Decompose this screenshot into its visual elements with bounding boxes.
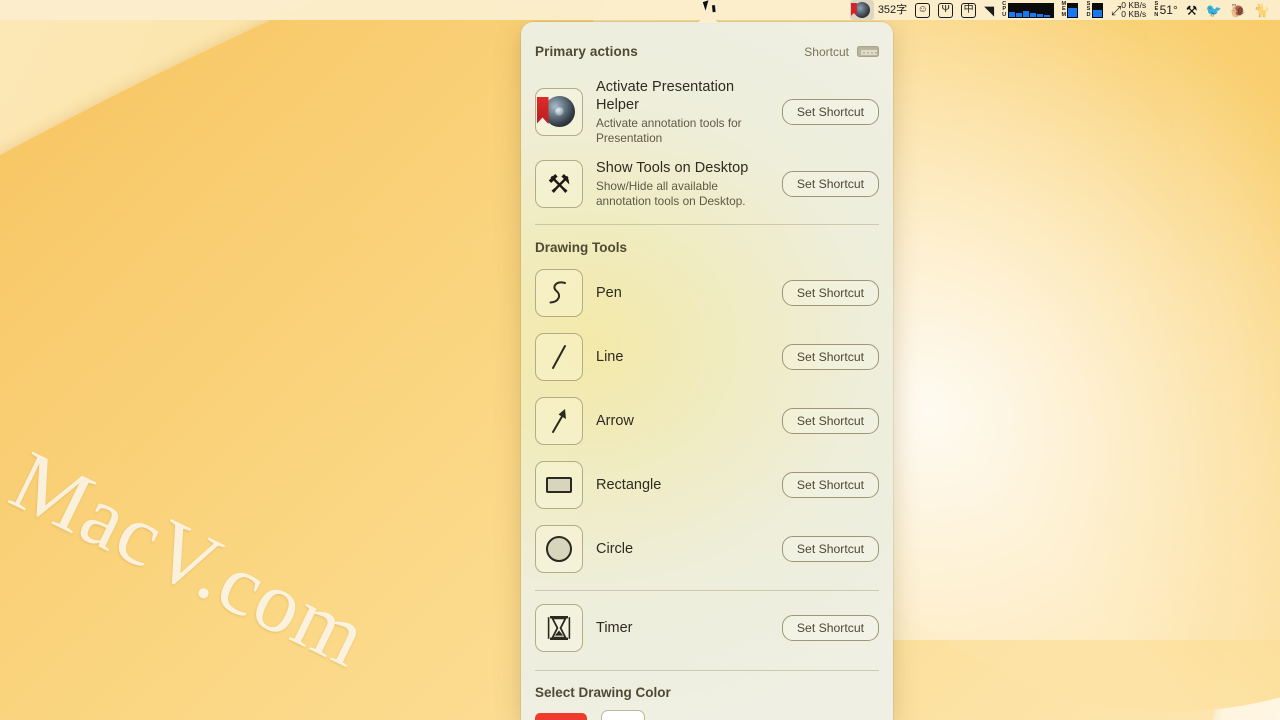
primary-actions-header: Primary actions Shortcut [535, 22, 879, 71]
pointer-tool-icon: ◥ [984, 2, 995, 18]
set-shortcut-button-arrow[interactable]: Set Shortcut [781, 408, 879, 434]
row-tool-rectangle[interactable]: Rectangle Set Shortcut [535, 453, 879, 517]
row-text: Show Tools on Desktop Show/Hide all avai… [596, 159, 769, 208]
menubar-item-app-2[interactable]: 🐦 [1201, 0, 1225, 20]
primary-actions-title: Primary actions [535, 44, 638, 59]
set-shortcut-button-rectangle[interactable]: Set Shortcut [781, 472, 879, 498]
row-activate-presentation-helper[interactable]: Activate Presentation Helper Activate an… [535, 71, 879, 152]
row-subtitle: Activate annotation tools for Presentati… [596, 116, 742, 145]
cpu-graph-icon [1007, 2, 1054, 18]
row-show-tools-on-desktop[interactable]: ⚒ Show Tools on Desktop Show/Hide all av… [535, 152, 879, 215]
presentation-helper-icon-box [535, 87, 583, 136]
menubar-item-app-1[interactable]: ⚒ [1182, 0, 1202, 20]
crossed-hammers-icon: ⚒ [547, 168, 571, 199]
row-tool-pen[interactable]: Pen Set Shortcut [535, 261, 879, 325]
hourglass-icon [547, 616, 571, 640]
keyboard-icon [857, 46, 879, 57]
menu-bar: 352字 ☺ Ψ 中 ◥ CPU MEM SSD ⤢ 0 KB/s 0 KB/s… [0, 0, 1280, 20]
hourglass-icon-box [535, 604, 583, 652]
ssd-bar-icon [1091, 2, 1103, 18]
menubar-item-ssd[interactable]: SSD [1082, 0, 1106, 20]
color-swatch-row [535, 710, 879, 720]
ssd-label: SSD [1086, 0, 1091, 18]
presentation-helper-menu-icon [853, 2, 870, 18]
row-tool-timer[interactable]: Timer Set Shortcut [535, 596, 879, 660]
divider-tools [535, 590, 879, 591]
mem-label: MEM [1061, 0, 1067, 18]
input-source-chinese-icon: 中 [961, 2, 977, 18]
select-drawing-color-title: Select Drawing Color [535, 685, 671, 700]
pen-icon-box [535, 269, 583, 317]
row-title: Activate Presentation Helper [596, 79, 735, 113]
network-speed: 0 KB/s 0 KB/s [1121, 1, 1146, 19]
sensor-label: SEN [1154, 0, 1159, 18]
presentation-helper-popover: Primary actions Shortcut Activate Presen… [521, 22, 893, 720]
set-shortcut-button-circle[interactable]: Set Shortcut [781, 536, 879, 562]
row-text: Activate Presentation Helper Activate an… [596, 78, 769, 145]
tool-label: Rectangle [596, 477, 662, 493]
menubar-item-presentation-helper[interactable] [849, 0, 874, 20]
set-shortcut-button-pen[interactable]: Set Shortcut [781, 280, 879, 306]
row-title: Show Tools on Desktop [596, 160, 749, 176]
emoji-icon: ☺ [915, 2, 931, 18]
set-shortcut-button-timer[interactable]: Set Shortcut [781, 615, 879, 641]
tool-label: Timer [596, 620, 633, 636]
menubar-item-input-count[interactable]: 352字 [874, 0, 911, 20]
snail-icon: 🐌 [1229, 2, 1246, 18]
menubar-item-microphone[interactable]: Ψ [934, 0, 957, 20]
cat-icon: 🐈 [1253, 2, 1270, 18]
pen-icon [549, 281, 566, 304]
row-tool-line[interactable]: Line Set Shortcut [535, 325, 879, 389]
tool-label: Circle [596, 541, 634, 557]
menubar-item-sensor[interactable]: SEN 51° [1150, 0, 1182, 20]
set-shortcut-button-show-tools-on-desktop[interactable]: Set Shortcut [781, 170, 879, 197]
menubar-item-emoji[interactable]: ☺ [911, 0, 934, 20]
menubar-item-memory[interactable]: MEM [1058, 0, 1083, 20]
tool-label: Pen [596, 285, 622, 301]
presentation-helper-icon [543, 96, 575, 127]
row-subtitle: Show/Hide all available annotation tools… [596, 179, 746, 208]
tool-label: Line [596, 349, 624, 365]
menubar-item-cpu[interactable]: CPU [998, 0, 1057, 20]
set-shortcut-button-activate-presentation-helper[interactable]: Set Shortcut [781, 98, 879, 125]
tool-label: Arrow [596, 413, 634, 429]
drawing-tools-title: Drawing Tools [535, 240, 628, 255]
arrow-icon [552, 409, 566, 433]
menubar-item-pointer-tool[interactable]: ◥ [980, 0, 998, 20]
arrow-icon-box [535, 397, 583, 445]
circle-icon [546, 536, 572, 562]
crossed-hammers-icon-box: ⚒ [535, 159, 583, 208]
network-down: 0 KB/s [1121, 9, 1147, 19]
menubar-item-app-3[interactable]: 🐌 [1226, 0, 1250, 20]
menubar-item-network[interactable]: ⤢ 0 KB/s 0 KB/s [1107, 0, 1150, 20]
microphone-icon: Ψ [938, 2, 954, 18]
menubar-item-cat[interactable]: 🐈 [1250, 0, 1274, 20]
rectangle-icon [546, 477, 572, 493]
line-icon-box [535, 333, 583, 381]
color-picker-button[interactable] [601, 710, 645, 720]
set-shortcut-button-line[interactable]: Set Shortcut [781, 344, 879, 370]
mem-bar-icon [1067, 2, 1079, 18]
temperature-value: 51° [1159, 3, 1178, 17]
cpu-label: CPU [1002, 0, 1007, 18]
line-icon [552, 345, 566, 369]
network-arrows-icon: ⤢ [1110, 2, 1122, 18]
box-tool-icon: ⚒ [1185, 2, 1198, 18]
bird-icon: 🐦 [1205, 2, 1222, 18]
row-tool-arrow[interactable]: Arrow Set Shortcut [535, 389, 879, 453]
shortcut-label: Shortcut [804, 44, 849, 59]
shortcut-column-header: Shortcut [804, 45, 879, 59]
menubar-item-input-source[interactable]: 中 [957, 0, 980, 20]
rectangle-icon-box [535, 461, 583, 509]
circle-icon-box [535, 525, 583, 573]
current-color-swatch[interactable] [535, 713, 587, 720]
row-tool-circle[interactable]: Circle Set Shortcut [535, 517, 879, 581]
